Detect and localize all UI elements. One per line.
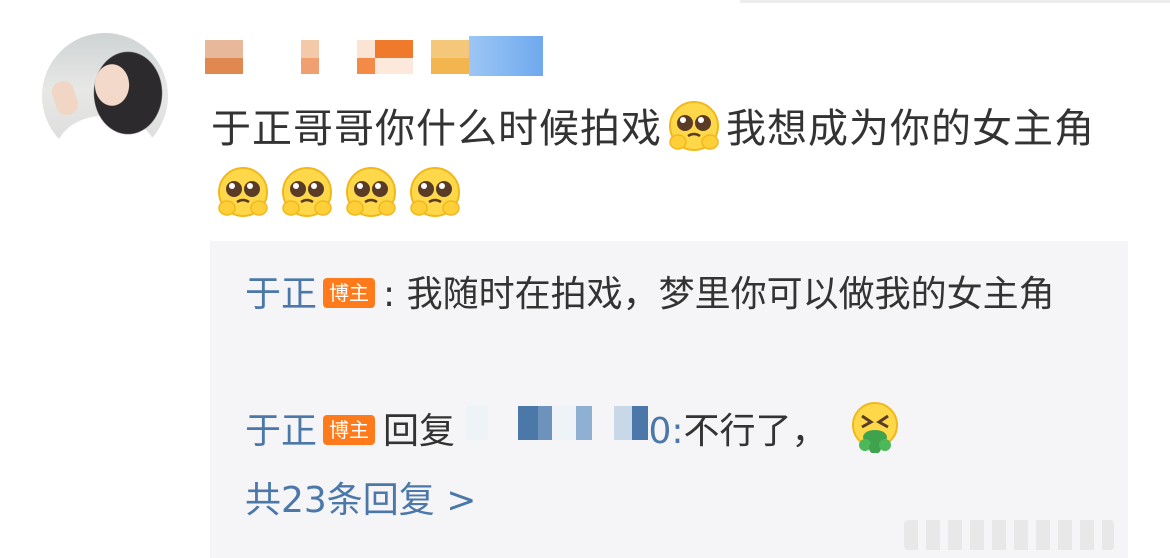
avatar-hand-shape [49,78,81,118]
censor-block [357,58,375,74]
censor-block [469,36,543,76]
pleading-face-icon [345,166,397,218]
censor-block [431,40,469,58]
vomiting-face-icon [849,401,901,453]
censor-block [614,406,633,440]
reply-target-censored[interactable] [466,406,649,466]
watermark [904,520,1114,550]
author-badge: 博主 [323,415,376,445]
username-censored[interactable] [205,36,545,78]
pleading-face-icon [409,166,461,218]
author-badge: 博主 [323,278,376,308]
reply-separator: : [383,274,396,315]
censor-block [466,406,489,440]
censor-block [205,40,243,58]
censor-block [205,58,243,74]
reply-action: 回复 [383,411,456,452]
censor-block [538,406,553,440]
comment-text-part2: 我想成为你的女主角 [726,106,1095,152]
avatar[interactable] [42,33,168,159]
replies-panel: 于正 博主: 我随时在拍戏，梦里你可以做我的女主角 于正 博主 回复 0:不行了， 共… [210,241,1128,558]
reply-text: 我随时在拍戏，梦里你可以做我的女主角 [406,274,1055,315]
censor-block [431,58,469,74]
reply-author-link[interactable]: 于正 [245,411,317,452]
pleading-face-icon [668,100,720,152]
censor-block [375,58,413,74]
view-more-replies-link[interactable]: 共23条回复 > [245,471,476,531]
censor-block [375,40,413,58]
reply-item[interactable]: 于正 博主 回复 0:不行了， [245,401,907,466]
reply-text: 不行了， [683,411,828,452]
censor-block [632,406,649,440]
censor-block [301,40,319,58]
censor-block [301,58,319,74]
reply-target-suffix[interactable]: 0: [648,411,683,452]
censor-block [552,406,577,440]
censor-block [518,406,539,440]
censor-block [576,406,593,440]
pleading-face-icon [217,166,269,218]
censor-block [357,40,375,58]
reply-item[interactable]: 于正 博主: 我随时在拍戏，梦里你可以做我的女主角 [245,265,1085,325]
pleading-face-icon [281,166,333,218]
reply-author-link[interactable]: 于正 [245,274,317,315]
top-divider [740,0,1170,3]
comment-text-part1: 于正哥哥你什么时候拍戏 [211,106,662,152]
comment-body: 于正哥哥你什么时候拍戏 我想成为你的女主角 [211,96,1131,228]
